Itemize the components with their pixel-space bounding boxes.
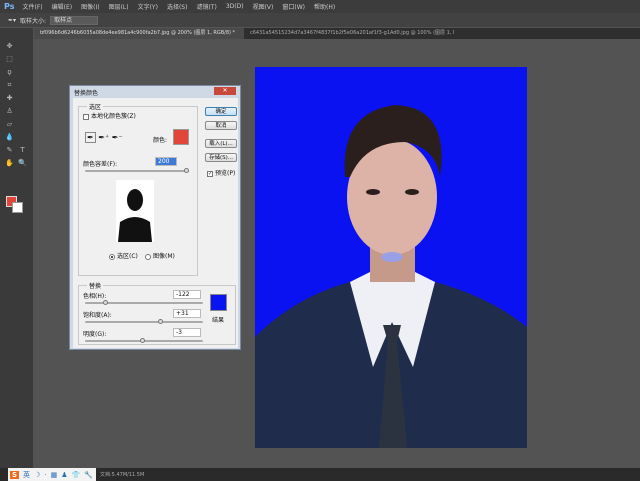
menu-select[interactable]: 选择(S) (167, 2, 188, 11)
lightness-label: 明度(G): (83, 331, 107, 338)
saturation-slider[interactable] (85, 319, 203, 324)
toolbox: ✥ ⬚ ϙ ⌗ ✚ ♙ ▱ 💧 ✎ T ✋ 🔍 (0, 28, 33, 468)
radio-image[interactable]: 图像(M) (145, 251, 175, 260)
selection-group: 选区 本地化颜色簇(Z) ✒ ✒⁺ ✒⁻ 颜色: 颜色容差(F): 200 选区… (78, 102, 198, 276)
selection-group-label: 选区 (87, 102, 104, 111)
fuzziness-slider-thumb[interactable] (184, 168, 189, 173)
ok-button[interactable]: 确定 (205, 107, 237, 116)
menu-3d[interactable]: 3D(D) (226, 3, 244, 10)
punctuation-icon[interactable]: · (44, 471, 46, 479)
ime-toolbar: S 英 ☽ · ▦ ♟ 👕 🔧 (8, 468, 96, 481)
move-tool-icon[interactable]: ✥ (5, 42, 14, 51)
saturation-label: 饱和度(A): (83, 312, 112, 319)
save-button[interactable]: 存储(S)... (205, 153, 237, 162)
close-button[interactable]: ✕ (214, 87, 236, 95)
eyedropper-plus-icon[interactable]: ✒⁺ (98, 133, 109, 142)
settings-icon[interactable]: 🔧 (84, 471, 93, 479)
hue-slider[interactable] (85, 300, 203, 305)
menu-bar: Ps 文件(F) 编辑(E) 图像(I) 图层(L) 文字(Y) 选择(S) 滤… (0, 0, 640, 13)
menu-view[interactable]: 视图(V) (253, 2, 274, 11)
tab-document-1[interactable]: bf096b6d6246b6035a08de4ee981a4c900fa2b7.… (34, 28, 244, 39)
eyedropper-icon[interactable]: ✒▾ (8, 17, 16, 24)
lightness-slider-thumb[interactable] (140, 338, 146, 343)
load-button[interactable]: 载入(L)... (205, 139, 237, 148)
options-bar: ✒▾ 取样大小: 取样点 (0, 13, 640, 27)
menu-image[interactable]: 图像(I) (81, 2, 99, 11)
photoshop-logo: Ps (4, 2, 15, 11)
menu-edit[interactable]: 编辑(E) (52, 2, 72, 11)
moon-icon[interactable]: ☽ (34, 471, 40, 479)
skin-icon[interactable]: 👕 (71, 471, 80, 479)
pen-tool-icon[interactable]: ✎ (5, 146, 14, 155)
stamp-tool-icon[interactable]: ♙ (5, 107, 14, 116)
replace-color-dialog: 替换颜色 ✕ 选区 本地化颜色簇(Z) ✒ ✒⁺ ✒⁻ 颜色: 颜色容差(F):… (69, 85, 241, 350)
fuzziness-label: 颜色容差(F): (83, 161, 118, 168)
fuzziness-input[interactable]: 200 (155, 157, 177, 166)
sample-size-select[interactable]: 取样点 (50, 15, 99, 25)
preview-checkbox[interactable]: ✓ 预览(P) (207, 168, 235, 177)
portrait-image (255, 105, 527, 448)
selection-preview (116, 180, 154, 242)
saturation-input[interactable]: +31 (173, 309, 201, 318)
hue-label: 色相(H): (83, 293, 107, 300)
menu-layer[interactable]: 图层(L) (109, 2, 129, 11)
hue-slider-thumb[interactable] (103, 300, 109, 305)
saturation-slider-thumb[interactable] (158, 319, 164, 324)
language-icon[interactable]: 英 (23, 470, 30, 480)
color-label: 颜色: (153, 137, 168, 144)
menu-filter[interactable]: 滤镜(T) (196, 2, 216, 11)
user-icon[interactable]: ♟ (61, 471, 67, 479)
healing-tool-icon[interactable]: ✚ (5, 94, 14, 103)
localized-clusters-checkbox[interactable]: 本地化颜色簇(Z) (83, 111, 136, 120)
hue-input[interactable]: -122 (173, 290, 201, 299)
eraser-tool-icon[interactable]: ▱ (5, 120, 14, 129)
menu-help[interactable]: 帮助(H) (314, 2, 335, 11)
menu-type[interactable]: 文字(Y) (138, 2, 158, 11)
tab-document-2[interactable]: c6431a54515234d7a3467f4837f1b2f5e06a201a… (244, 28, 454, 39)
blur-tool-icon[interactable]: 💧 (5, 133, 14, 142)
radio-selection[interactable]: 选区(C) (109, 251, 138, 260)
selected-color-swatch[interactable] (173, 129, 189, 145)
hand-tool-icon[interactable]: ✋ (5, 159, 14, 168)
cancel-button[interactable]: 取消 (205, 121, 237, 130)
type-tool-icon[interactable]: T (18, 146, 27, 155)
replacement-group: 替换 色相(H): -122 饱和度(A): +31 明度(G): -3 结果 (78, 281, 236, 345)
menu-window[interactable]: 窗口(W) (282, 2, 305, 11)
replacement-group-label: 替换 (87, 281, 104, 290)
result-label: 结果 (212, 317, 225, 324)
sogou-logo-icon[interactable]: S (10, 470, 20, 479)
sample-size-label: 取样大小: (20, 17, 47, 25)
lightness-input[interactable]: -3 (173, 328, 201, 337)
keyboard-icon[interactable]: ▦ (51, 471, 58, 479)
canvas-photo (255, 67, 527, 448)
eyedropper-icon[interactable]: ✒ (85, 132, 96, 143)
eyedropper-tools: ✒ ✒⁺ ✒⁻ (85, 132, 123, 143)
marquee-tool-icon[interactable]: ⬚ (5, 55, 14, 64)
zoom-tool-icon[interactable]: 🔍 (18, 159, 27, 168)
eyedropper-minus-icon[interactable]: ✒⁻ (112, 133, 123, 142)
result-color-swatch[interactable] (210, 294, 227, 311)
status-bar (0, 468, 640, 481)
background-color-swatch[interactable] (12, 202, 23, 213)
menu-file[interactable]: 文件(F) (22, 2, 42, 11)
document-tabs: bf096b6d6246b6035a08de4ee981a4c900fa2b7.… (34, 28, 640, 39)
lasso-tool-icon[interactable]: ϙ (5, 68, 14, 77)
lightness-slider[interactable] (85, 338, 203, 343)
crop-tool-icon[interactable]: ⌗ (5, 81, 14, 90)
document-size: 文档:5.47M/11.5M (100, 472, 145, 478)
fuzziness-slider[interactable] (85, 168, 189, 173)
